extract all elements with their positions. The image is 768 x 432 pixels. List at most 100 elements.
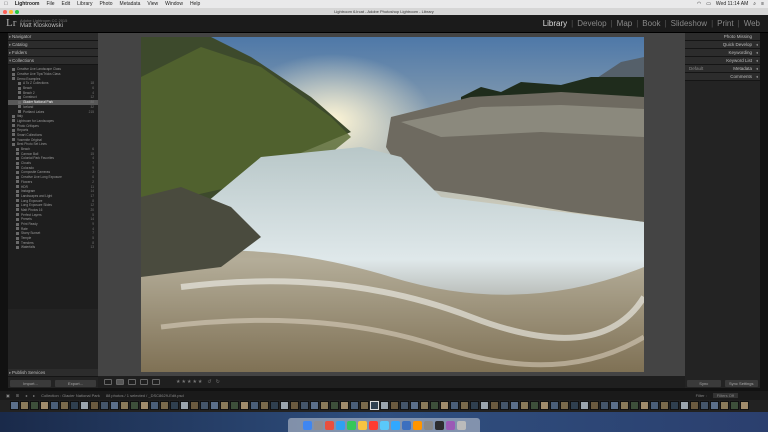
- filmstrip-thumbnail[interactable]: [660, 401, 669, 410]
- module-print[interactable]: Print: [717, 19, 733, 28]
- filmstrip-thumbnail[interactable]: [480, 401, 489, 410]
- filmstrip-thumbnail[interactable]: [100, 401, 109, 410]
- publish-services-header[interactable]: ▸ Publish Services: [8, 369, 98, 377]
- filmstrip-thumbnail[interactable]: [470, 401, 479, 410]
- filmstrip-thumbnail[interactable]: [670, 401, 679, 410]
- filmstrip-thumbnail[interactable]: [240, 401, 249, 410]
- source-path[interactable]: Collection : Glacier National Park: [41, 393, 100, 398]
- wifi-icon[interactable]: ◠: [697, 1, 701, 7]
- filmstrip-thumbnail[interactable]: [120, 401, 129, 410]
- filmstrip-thumbnail[interactable]: [160, 401, 169, 410]
- search-icon[interactable]: ⌕: [753, 1, 756, 7]
- filmstrip-thumbnail[interactable]: [270, 401, 279, 410]
- navigator-header[interactable]: ▸ Navigator: [8, 33, 98, 41]
- zoom-window-button[interactable]: [15, 10, 19, 14]
- menu-library[interactable]: Library: [77, 1, 92, 7]
- rotate-left-icon[interactable]: ↺: [207, 379, 211, 385]
- filmstrip-thumbnail[interactable]: [130, 401, 139, 410]
- filmstrip-thumbnail[interactable]: [80, 401, 89, 410]
- filmstrip-thumbnail[interactable]: [320, 401, 329, 410]
- filmstrip-thumbnail[interactable]: [330, 401, 339, 410]
- import-button[interactable]: Import...: [10, 380, 51, 387]
- photoshop-icon[interactable]: [390, 420, 400, 430]
- sync-settings-button[interactable]: Sync Settings: [724, 380, 758, 387]
- filmstrip-thumbnail[interactable]: [310, 401, 319, 410]
- collections-header[interactable]: ▾ Collections: [8, 57, 98, 65]
- filmstrip-thumbnail[interactable]: [700, 401, 709, 410]
- filmstrip-thumbnail[interactable]: [400, 401, 409, 410]
- histogram-header[interactable]: Photo Missing: [685, 33, 760, 41]
- filmstrip-thumbnail[interactable]: [110, 401, 119, 410]
- filmstrip-thumbnail[interactable]: [40, 401, 49, 410]
- filmstrip-thumbnail[interactable]: [690, 401, 699, 410]
- menu-app-name[interactable]: Lightroom: [15, 1, 40, 7]
- folders-header[interactable]: ▸ Folders: [8, 49, 98, 57]
- filmstrip-thumbnail[interactable]: [20, 401, 29, 410]
- filmstrip-thumbnail[interactable]: [710, 401, 719, 410]
- filter-select[interactable]: Filters Off: [712, 393, 738, 398]
- survey-view-icon[interactable]: [140, 379, 148, 385]
- filmstrip-thumbnail[interactable]: [620, 401, 629, 410]
- comments-header[interactable]: Comments ◂: [685, 73, 760, 81]
- filmstrip-thumbnail[interactable]: [280, 401, 289, 410]
- trash-icon[interactable]: [456, 420, 466, 430]
- export-button[interactable]: Export...: [55, 380, 96, 387]
- filmstrip-thumbnail[interactable]: [390, 401, 399, 410]
- filmstrip-thumbnail[interactable]: [140, 401, 149, 410]
- menu-edit[interactable]: Edit: [62, 1, 71, 7]
- keyword-list-header[interactable]: Keyword List ◂: [685, 57, 760, 65]
- filmstrip-thumbnail[interactable]: [740, 401, 749, 410]
- secondary-window-icon[interactable]: ▣: [6, 393, 10, 398]
- chrome-icon[interactable]: [324, 420, 334, 430]
- filmstrip-thumbnail[interactable]: [490, 401, 499, 410]
- star-rating[interactable]: ★★★★★: [176, 379, 203, 385]
- filmstrip-thumbnail[interactable]: [150, 401, 159, 410]
- filmstrip-thumbnail[interactable]: [450, 401, 459, 410]
- messages-icon[interactable]: [346, 420, 356, 430]
- menu-view[interactable]: View: [147, 1, 158, 7]
- filmstrip-thumbnail[interactable]: [220, 401, 229, 410]
- filmstrip-thumbnail[interactable]: [550, 401, 559, 410]
- filmstrip-thumbnail[interactable]: [520, 401, 529, 410]
- filmstrip-thumbnail[interactable]: [590, 401, 599, 410]
- filmstrip-thumbnail[interactable]: [560, 401, 569, 410]
- safari-icon[interactable]: [335, 420, 345, 430]
- minimize-window-button[interactable]: [9, 10, 13, 14]
- module-slideshow[interactable]: Slideshow: [671, 19, 707, 28]
- notes-icon[interactable]: [357, 420, 367, 430]
- filmstrip-thumbnail[interactable]: [70, 401, 79, 410]
- filmstrip-thumbnail[interactable]: [340, 401, 349, 410]
- keywording-header[interactable]: Keywording ◂: [685, 49, 760, 57]
- filmstrip-thumbnail[interactable]: [720, 401, 729, 410]
- module-web[interactable]: Web: [744, 19, 760, 28]
- filmstrip-thumbnail[interactable]: [50, 401, 59, 410]
- filmstrip-thumbnail[interactable]: [180, 401, 189, 410]
- grid-view-icon[interactable]: [104, 379, 112, 385]
- sync-button[interactable]: Sync: [687, 380, 721, 387]
- filmstrip-thumbnail[interactable]: [730, 401, 739, 410]
- metadata-header[interactable]: Default Metadata ◂: [685, 65, 760, 73]
- filmstrip-thumbnail[interactable]: [370, 401, 379, 410]
- filmstrip-thumbnail[interactable]: [630, 401, 639, 410]
- menu-help[interactable]: Help: [190, 1, 200, 7]
- module-book[interactable]: Book: [642, 19, 660, 28]
- menu-window[interactable]: Window: [165, 1, 183, 7]
- launchpad-icon[interactable]: [313, 420, 323, 430]
- people-view-icon[interactable]: [152, 379, 160, 385]
- filmstrip-thumbnail[interactable]: [460, 401, 469, 410]
- module-develop[interactable]: Develop: [577, 19, 606, 28]
- filmstrip-thumbnail[interactable]: [90, 401, 99, 410]
- collection-item[interactable]: Waterfalls 13: [8, 245, 98, 250]
- filmstrip-thumbnail[interactable]: [510, 401, 519, 410]
- collections-list[interactable]: Creative Live Landscape Class Creative Li…: [8, 65, 98, 309]
- forward-arrow-icon[interactable]: ▸: [33, 393, 35, 398]
- filmstrip-thumbnail[interactable]: [680, 401, 689, 410]
- filmstrip[interactable]: [0, 400, 768, 412]
- filmstrip-thumbnail[interactable]: [500, 401, 509, 410]
- battery-icon[interactable]: ▭: [706, 1, 711, 7]
- compare-view-icon[interactable]: [128, 379, 136, 385]
- filmstrip-thumbnail[interactable]: [300, 401, 309, 410]
- main-photo[interactable]: [141, 37, 644, 372]
- loupe-view-icon[interactable]: [116, 379, 124, 385]
- filmstrip-thumbnail[interactable]: [420, 401, 429, 410]
